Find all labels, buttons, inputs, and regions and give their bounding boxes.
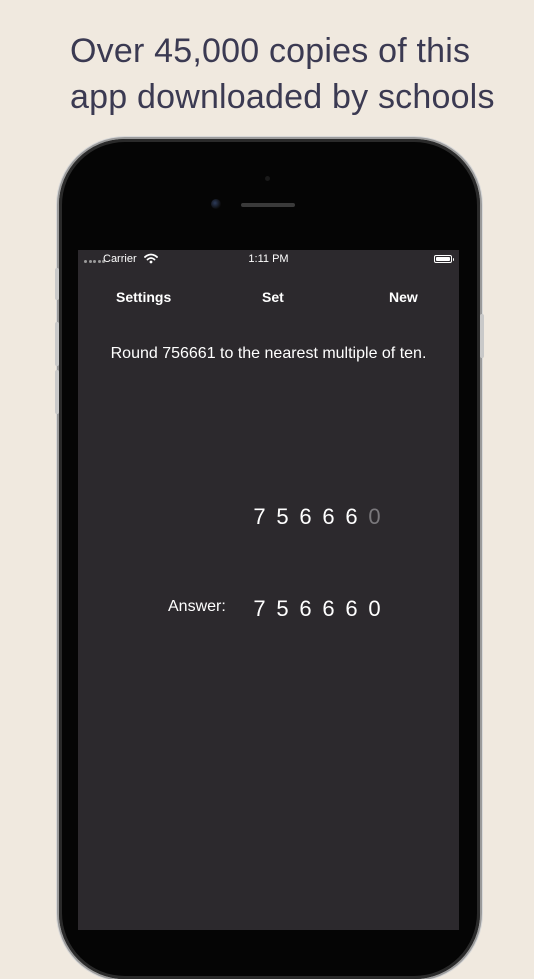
working-digits: 7 5 6 6 6 0 bbox=[248, 504, 386, 530]
mute-switch bbox=[55, 268, 59, 300]
answer-digit: 6 bbox=[345, 596, 358, 621]
answer-digit: 5 bbox=[276, 596, 289, 621]
working-digit[interactable]: 7 bbox=[248, 504, 271, 530]
proximity-sensor bbox=[265, 176, 270, 181]
earpiece-speaker bbox=[241, 203, 295, 207]
app-screen: Carrier 1:11 PM Settings Set New Round 7… bbox=[78, 250, 459, 930]
answer-digit: 6 bbox=[322, 596, 335, 621]
answer-digit: 0 bbox=[368, 596, 381, 621]
battery-icon bbox=[434, 255, 454, 263]
set-button[interactable]: Set bbox=[262, 289, 284, 305]
marketing-headline: Over 45,000 copies of this app downloade… bbox=[70, 32, 495, 116]
status-time: 1:11 PM bbox=[248, 253, 289, 265]
volume-up-button bbox=[55, 322, 59, 366]
answer-digit: 7 bbox=[253, 596, 266, 621]
volume-down-button bbox=[55, 370, 59, 414]
answer-label: Answer: bbox=[168, 598, 226, 615]
working-digit[interactable]: 5 bbox=[271, 504, 294, 530]
question-text: Round 756661 to the nearest multiple of … bbox=[110, 345, 427, 362]
settings-button[interactable]: Settings bbox=[116, 289, 171, 305]
power-button bbox=[480, 314, 484, 358]
answer-digit: 6 bbox=[299, 596, 312, 621]
answer-digits: 7 5 6 6 6 0 bbox=[248, 596, 386, 622]
working-digit[interactable]: 6 bbox=[294, 504, 317, 530]
status-bar: Carrier 1:11 PM bbox=[78, 250, 459, 270]
new-button[interactable]: New bbox=[389, 289, 418, 305]
working-digit[interactable]: 6 bbox=[317, 504, 340, 530]
working-digit[interactable]: 6 bbox=[340, 504, 363, 530]
front-camera bbox=[211, 199, 221, 209]
working-digit-placeholder[interactable]: 0 bbox=[363, 504, 386, 530]
